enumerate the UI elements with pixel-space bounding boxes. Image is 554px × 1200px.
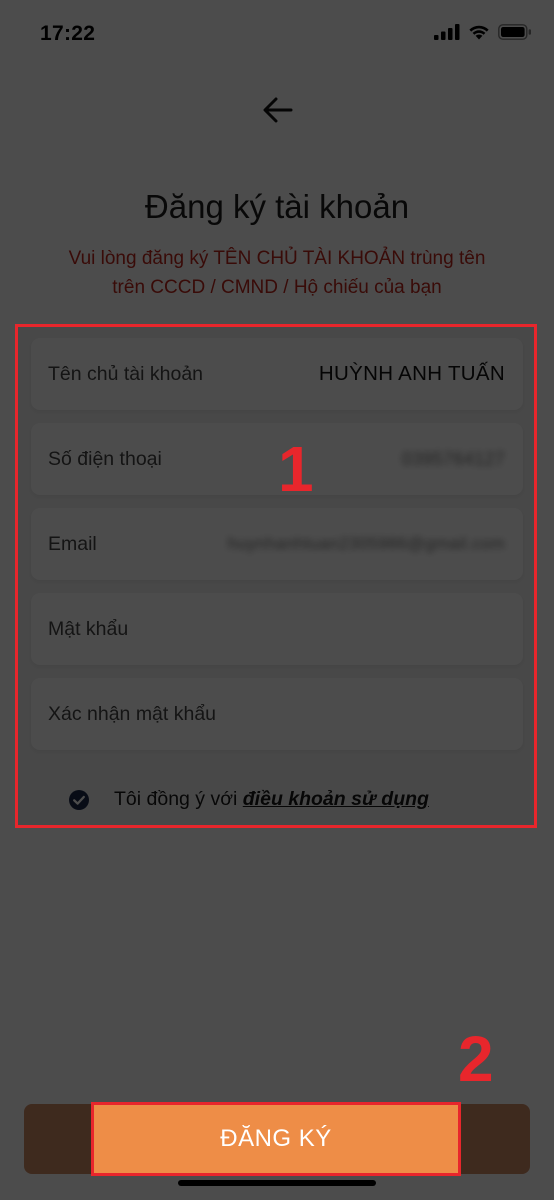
subtitle-line-2: trên CCCD / CMND / Hộ chiếu của bạn [112, 277, 442, 298]
home-indicator [178, 1180, 376, 1186]
status-time: 17:22 [40, 22, 96, 45]
page-title: Đăng ký tài khoản [144, 188, 410, 225]
subtitle: Vui lòng đăng ký TÊN CHỦ TÀI KHOẢN trùng… [20, 244, 534, 302]
arrow-left-icon [263, 97, 293, 123]
wifi-icon [469, 25, 489, 40]
status-bar: 17:22 [0, 0, 554, 66]
back-button[interactable] [258, 92, 298, 128]
highlight-box-form [15, 324, 537, 828]
step-2-label: 2 [458, 1023, 494, 1095]
status-icons [434, 24, 532, 40]
register-button[interactable]: ĐĂNG KÝ [91, 1102, 461, 1176]
signal-icon [434, 24, 460, 40]
step-1-label: 1 [278, 433, 314, 505]
battery-icon [498, 24, 531, 40]
subtitle-line-1: Vui lòng đăng ký TÊN CHỦ TÀI KHOẢN trùng… [68, 248, 486, 269]
